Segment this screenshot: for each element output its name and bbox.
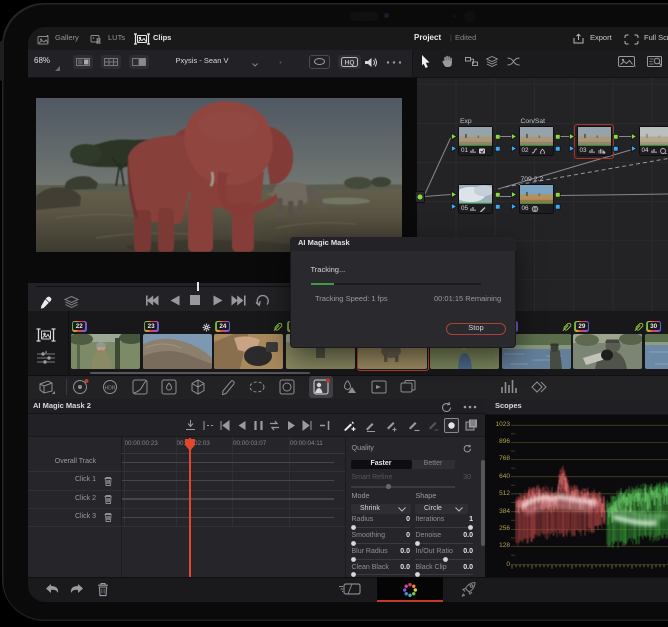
svg-text:HDR: HDR — [105, 386, 116, 392]
svg-text:HQ: HQ — [345, 60, 355, 67]
